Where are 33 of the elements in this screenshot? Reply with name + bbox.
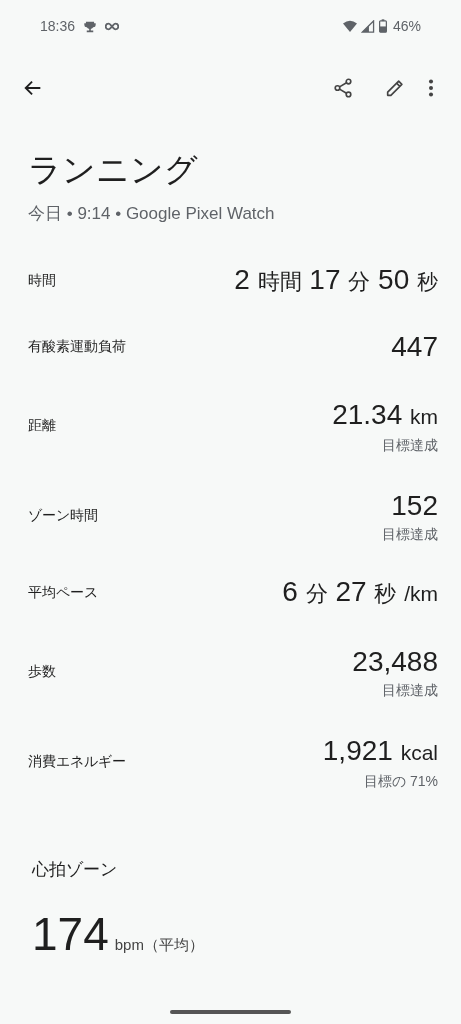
pencil-icon[interactable]	[384, 77, 406, 99]
stat-value: 23,488	[352, 645, 438, 679]
share-icon[interactable]	[332, 77, 354, 99]
goal-note: 目標達成	[382, 525, 438, 544]
activity-title: ランニング	[28, 150, 199, 190]
more-options-icon[interactable]	[428, 77, 434, 99]
goal-note: 目標の 71%	[364, 772, 438, 791]
gesture-handle[interactable]	[170, 1010, 291, 1014]
stat-value: 1,921 kcal	[322, 734, 438, 768]
stat-value: 152	[391, 489, 438, 523]
heart-rate-value: 174	[32, 908, 109, 960]
stat-label: 距離	[28, 417, 56, 435]
heart-rate-unit: bpm（平均）	[114, 936, 204, 955]
battery-icon	[378, 19, 387, 33]
status-time: 18:36	[40, 18, 76, 34]
stat-label: 有酸素運動負荷	[28, 338, 126, 356]
wifi-icon	[342, 19, 357, 33]
stat-value: 2 時間 17 分 50 秒	[234, 263, 438, 297]
stat-label: ゾーン時間	[28, 507, 98, 525]
activity-subtitle: 今日 • 9:14 • Google Pixel Watch	[28, 203, 276, 225]
stat-label: 消費エネルギー	[28, 753, 126, 771]
goal-note: 目標達成	[382, 436, 438, 455]
stat-value: 447	[391, 330, 438, 364]
signal-icon	[360, 19, 375, 33]
section-title: 心拍ゾーン	[32, 859, 118, 881]
stat-value: 21.34 km	[332, 398, 438, 432]
stat-value: 6 分 27 秒 /km	[282, 575, 438, 609]
stat-label: 歩数	[28, 663, 56, 681]
stat-label: 平均ペース	[28, 584, 98, 602]
battery-percent: 46%	[392, 18, 421, 34]
trophy-icon	[83, 19, 98, 33]
stat-label: 時間	[28, 272, 56, 290]
goal-note: 目標達成	[382, 681, 438, 700]
